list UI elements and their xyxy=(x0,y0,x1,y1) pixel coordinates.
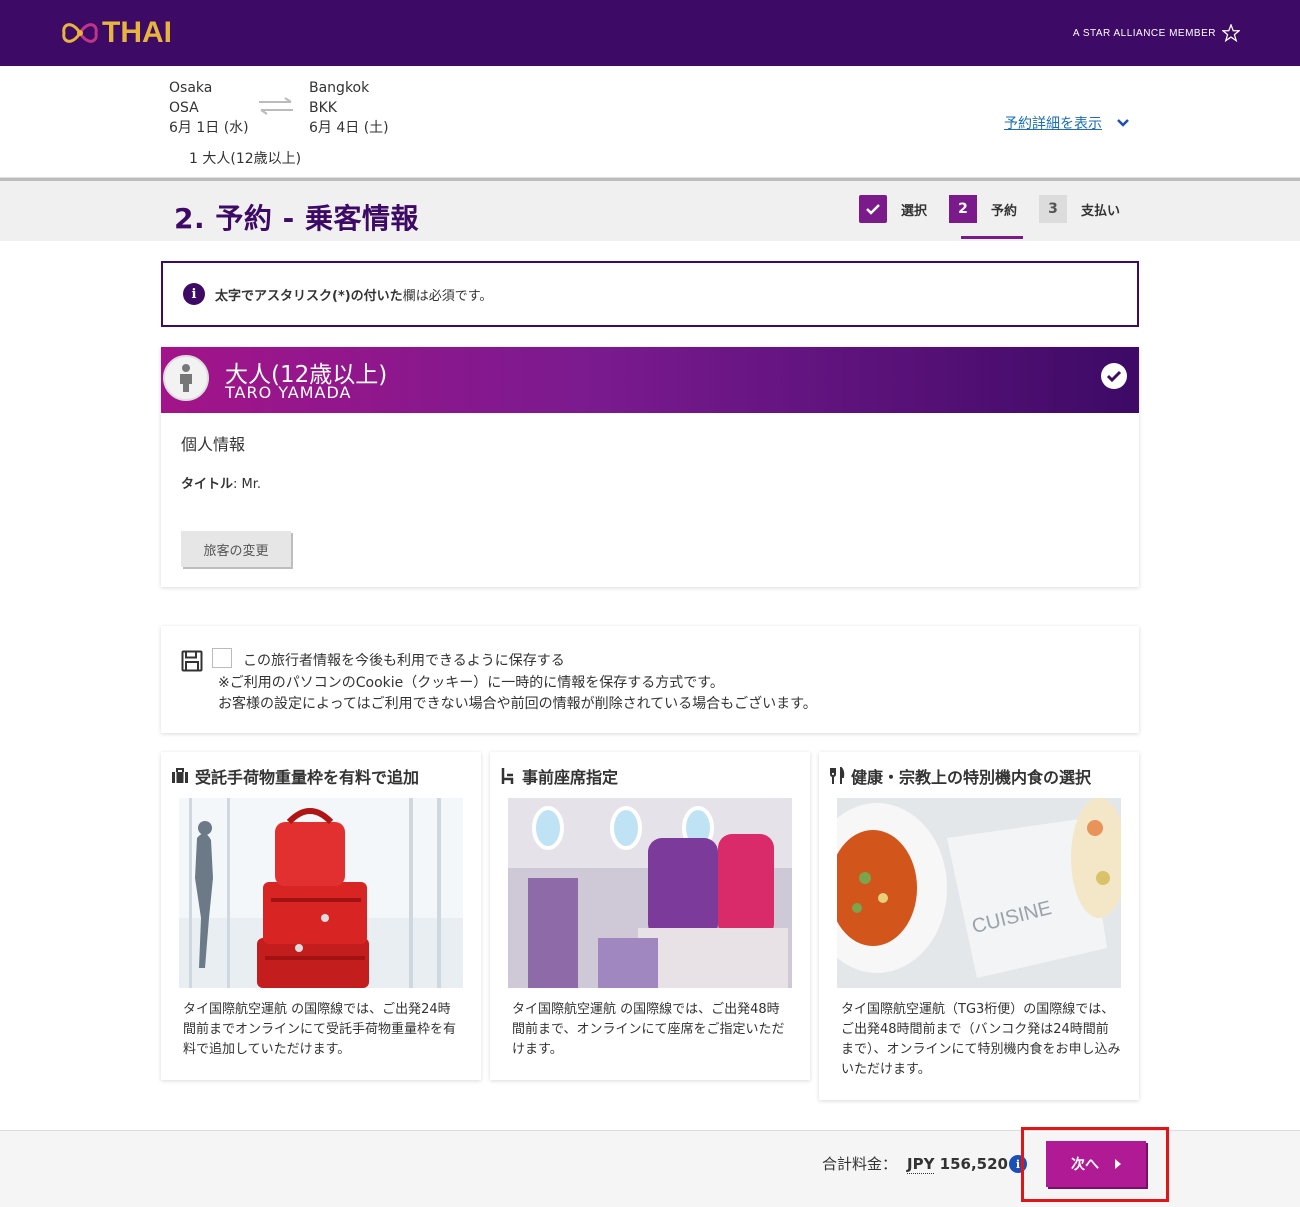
destination: Bangkok BKK 6月 4日 (土) xyxy=(309,78,389,138)
page-title: 2. 予約 - 乗客情報 xyxy=(174,202,419,235)
suitcase-icon xyxy=(172,768,188,783)
chevron-down-icon[interactable] xyxy=(1116,118,1130,128)
meal-service-title: 健康・宗教上の特別機内食の選択 xyxy=(829,764,1091,788)
passenger-title: タイトル: Mr. xyxy=(181,477,262,492)
step-payment-label: 支払い xyxy=(1081,203,1121,219)
passenger-count: 1 大人(12歳以上) xyxy=(189,151,302,167)
details-link-label[interactable]: 予約詳細を表示 xyxy=(1004,113,1102,133)
currency-code[interactable]: JPY xyxy=(907,1155,935,1174)
step-payment: 3 支払い xyxy=(1039,195,1120,223)
baggage-service-description: タイ国際航空運航 の国際線では、ご出発24時間前までオンラインにて受託手荷物重量… xyxy=(183,1002,457,1057)
meal-photo: CUISINE xyxy=(837,798,1121,988)
change-passenger-button[interactable]: 旅客の変更 xyxy=(181,531,291,567)
round-trip-icon xyxy=(259,97,293,115)
destination-date: 6月 4日 (土) xyxy=(309,120,389,136)
save-traveler-card: この旅行者情報を今後も利用できるように保存する ※ご利用のパソコンのCookie… xyxy=(161,626,1139,733)
passenger-card: 大人(12歳以上) TARO YAMADA 個人情報 タイトル: Mr. 旅客の… xyxy=(161,347,1139,587)
cookie-warning: お客様の設定によってはご利用できない場合や前回の情報が削除されている場合もござい… xyxy=(218,696,817,712)
meal-service-card[interactable]: 健康・宗教上の特別機内食の選択 CUISINE タイ国際航空運航（TG3桁便）の… xyxy=(819,752,1139,1100)
thai-logo[interactable]: THAI xyxy=(60,14,172,52)
step-payment-number: 3 xyxy=(1039,195,1068,223)
alliance-text: A STAR ALLIANCE MEMBER xyxy=(1072,27,1216,39)
title-value: Mr. xyxy=(237,477,262,492)
seat-service-card[interactable]: 事前座席指定 タイ国際航空運航 の国際線では、ご出発48時間前まで、オンラインに… xyxy=(490,752,810,1080)
total-price-amount: JPY 156,520 xyxy=(907,1155,1008,1174)
destination-code: BKK xyxy=(309,100,337,116)
step-bar: 2. 予約 - 乗客情報 選択 2 予約 3 支払い xyxy=(0,178,1300,241)
step-select-label: 選択 xyxy=(901,203,928,219)
star-alliance-icon xyxy=(1222,24,1240,42)
baggage-service-title: 受託手荷物重量枠を有料で追加 xyxy=(171,764,419,788)
seat-photo xyxy=(508,798,792,988)
required-fields-notice: i 太字でアスタリスク(*)の付いた 欄は必須です。 xyxy=(161,261,1139,327)
title-label: タイトル xyxy=(181,477,234,492)
destination-city: Bangkok xyxy=(309,80,370,96)
origin-city: Osaka xyxy=(169,80,213,96)
baggage-service-card[interactable]: 受託手荷物重量枠を有料で追加 タイ国際航空運航 の国際線では、ご出発24時間前ま… xyxy=(161,752,481,1080)
cutlery-icon xyxy=(830,767,845,784)
meal-service-description: タイ国際航空運航（TG3桁便）の国際線では、ご出発48時間前まで（バンコク発は2… xyxy=(841,1002,1121,1077)
cookie-note: ※ご利用のパソコンのCookie（クッキー）に一時的に情報を保存する方式です。 xyxy=(218,675,724,691)
person-icon xyxy=(163,355,209,401)
highlight-box xyxy=(1021,1127,1169,1202)
step-booking-label: 予約 xyxy=(991,203,1018,219)
thai-orchid-icon xyxy=(62,23,98,43)
amount-value: 156,520 xyxy=(939,1155,1008,1173)
passenger-header[interactable]: 大人(12歳以上) TARO YAMADA xyxy=(161,347,1139,413)
seat-service-description: タイ国際航空運航 の国際線では、ご出発48時間前まで、オンラインにて座席をご指定… xyxy=(512,1002,785,1057)
origin-code: OSA xyxy=(169,100,199,116)
top-bar: THAI A STAR ALLIANCE MEMBER xyxy=(0,0,1300,66)
total-price-label: 合計料金： xyxy=(822,1155,898,1173)
baggage-photo xyxy=(179,798,463,988)
show-booking-details-link[interactable]: 予約詳細を表示 xyxy=(1004,113,1130,133)
check-circle-icon xyxy=(1101,363,1127,389)
info-icon: i xyxy=(183,283,205,305)
progress-steps: 選択 2 予約 3 支払い xyxy=(859,195,1142,239)
floppy-disk-icon xyxy=(181,650,203,672)
logo-text: THAI xyxy=(102,16,172,49)
save-traveler-label: この旅行者情報を今後も利用できるように保存する xyxy=(243,653,565,669)
origin: Osaka OSA 6月 1日 (水) xyxy=(169,78,249,138)
seat-service-title: 事前座席指定 xyxy=(500,764,618,788)
passenger-name: TARO YAMADA xyxy=(225,383,352,402)
step-select-check-icon xyxy=(859,195,887,223)
star-alliance-badge: A STAR ALLIANCE MEMBER xyxy=(1073,24,1240,42)
step-booking-number: 2 xyxy=(949,195,978,223)
trip-summary: Osaka OSA 6月 1日 (水) Bangkok BKK 6月 4日 (土… xyxy=(0,66,1300,178)
seat-icon xyxy=(501,768,514,784)
save-traveler-checkbox[interactable] xyxy=(212,648,232,668)
step-booking: 2 予約 xyxy=(949,195,1024,239)
step-select[interactable]: 選択 xyxy=(859,195,927,223)
origin-date: 6月 1日 (水) xyxy=(169,120,249,136)
notice-text: 欄は必須です。 xyxy=(402,288,493,304)
personal-info-heading: 個人情報 xyxy=(181,435,246,454)
notice-bold-text: 太字でアスタリスク(*)の付いた xyxy=(215,288,403,304)
